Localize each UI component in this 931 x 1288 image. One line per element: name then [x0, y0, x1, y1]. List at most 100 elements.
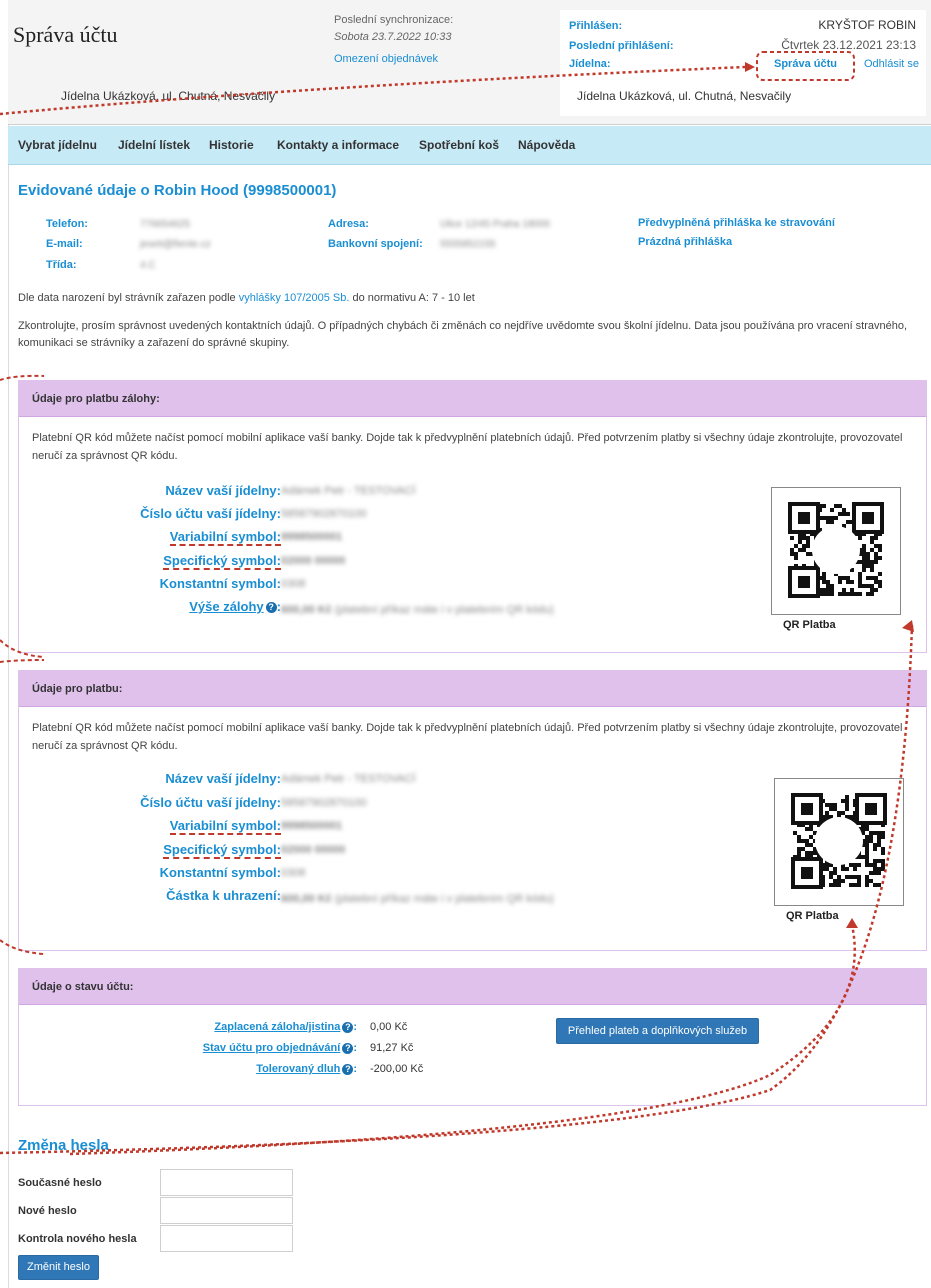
deposit-account-label: Číslo účtu vaší jídelny: [140, 506, 281, 521]
paid-value: 0,00 Kč [370, 1021, 408, 1033]
payment-spec-value: 02000 00000 [281, 844, 346, 856]
phone-label: Telefon: [46, 218, 88, 230]
deposit-amount-label: Výše zálohy?: [189, 599, 281, 614]
nav-item-help[interactable]: Nápověda [518, 138, 575, 152]
payment-account-value: 58587902870100 [281, 797, 367, 809]
deposit-panel: Údaje pro platbu zálohy: Platební QR kód… [18, 380, 927, 653]
payment-qr-caption: QR Platba [783, 910, 842, 922]
sync-info: Poslední synchronizace: Sobota 23.7.2022… [334, 12, 453, 68]
deposit-spec-label: Specifický symbol: [163, 553, 281, 570]
phone-value: 776654625 [140, 219, 191, 230]
check-text: Zkontrolujte, prosím správnost uvedených… [18, 320, 908, 349]
page-title: Správa účtu [13, 22, 118, 47]
deposit-var-value: 9998500001 [281, 531, 343, 543]
password-heading: Změna hesla [18, 1137, 109, 1154]
payment-amount-note: (platební příkaz máte i v platebním QR k… [334, 893, 554, 905]
help-icon[interactable]: ? [342, 1021, 354, 1033]
order-limit-link[interactable]: Omezení objednávek [334, 51, 453, 68]
paid-link[interactable]: Zaplacená záloha/jistina [214, 1021, 340, 1033]
deposit-account-value: 58587902870100 [281, 508, 367, 520]
deposit-var-label: Variabilní symbol: [169, 529, 281, 546]
bank-value: 5555852155 [440, 239, 496, 250]
nav-item-history[interactable]: Historie [209, 138, 254, 152]
logout-link[interactable]: Odhlásit se [864, 58, 919, 70]
deposit-amount-value: 600,00 Kč (platební příkaz máte i v plat… [281, 601, 571, 619]
deposit-var-label-text: Variabilní symbol: [169, 529, 281, 546]
bank-label: Bankovní spojení: [328, 238, 423, 250]
email-label: E-mail: [46, 238, 83, 250]
email-value: jeseti@fiente.cz [140, 239, 211, 250]
payment-var-label-text: Variabilní symbol: [169, 818, 281, 835]
nav-item-menu[interactable]: Jídelní lístek [118, 138, 190, 152]
address-label: Adresa: [328, 218, 369, 230]
deposit-text: Platební QR kód můžete načíst pomocí mob… [32, 432, 903, 462]
account-link[interactable]: Správa účtu [774, 58, 837, 70]
norm-text-before: Dle data narození byl strávník zařazen p… [18, 292, 239, 304]
current-password-label: Současné heslo [18, 1177, 102, 1189]
regulation-link[interactable]: vyhlášky 107/2005 Sb. [239, 292, 350, 304]
payment-overview-button[interactable]: Přehled plateb a doplňkových služeb [556, 1018, 759, 1044]
class-value: 4.C [140, 260, 156, 271]
payment-var-label: Variabilní symbol: [169, 818, 281, 835]
nav-item-contacts[interactable]: Kontakty a informace [277, 138, 399, 152]
nav-item-select-canteen[interactable]: Vybrat jídelnu [18, 138, 97, 152]
payment-const-label: Konstantní symbol: [159, 865, 281, 880]
help-icon[interactable]: ? [265, 602, 277, 614]
address-value: Ulice 12/45 Praha 18000 [440, 219, 551, 230]
payment-spec-label: Specifický symbol: [163, 842, 281, 859]
deposit-canteen-name-label: Název vaší jídelny: [165, 483, 281, 498]
norm-text-after: do normativu A: 7 - 10 let [349, 292, 475, 304]
deposit-const-label: Konstantní symbol: [159, 576, 281, 591]
balance-link[interactable]: Stav účtu pro objednávání [203, 1042, 341, 1054]
paid-label: Zaplacená záloha/jistina?: [214, 1021, 357, 1033]
deposit-amount-link[interactable]: Výše zálohy [189, 599, 263, 614]
last-login-value: Čtvrtek 23.12.2021 23:13 [781, 38, 916, 52]
payment-qr-code: QR Platba [774, 778, 904, 922]
nav-item-basket[interactable]: Spotřební koš [419, 138, 499, 152]
main-nav: Vybrat jídelnu Jídelní lístek Historie K… [8, 126, 931, 165]
deposit-qr-caption: QR Platba [780, 619, 839, 631]
deposit-canteen-name-value: Adámek Petr - TESTOVACÍ [281, 485, 416, 497]
norm-text: Dle data narození byl strávník zařazen p… [18, 290, 918, 307]
balance-value: 91,27 Kč [370, 1042, 414, 1054]
payment-canteen-name-value: Adámek Petr - TESTOVACÍ [281, 773, 416, 785]
debt-label: Tolerovaný dluh?: [256, 1063, 357, 1075]
payment-heading: Údaje pro platbu: [19, 671, 926, 707]
payment-var-value: 9998500001 [281, 820, 343, 832]
last-login-label: Poslední přihlášení: [569, 40, 674, 52]
payment-text: Platební QR kód můžete načíst pomocí mob… [32, 722, 903, 752]
new-password-input[interactable] [160, 1197, 293, 1224]
balance-label: Stav účtu pro objednávání?: [202, 1042, 357, 1054]
confirm-password-label: Kontrola nového hesla [18, 1233, 137, 1245]
status-heading: Údaje o stavu účtu: [19, 969, 926, 1005]
confirm-password-input[interactable] [160, 1225, 293, 1252]
logged-value: KRYŠTOF ROBIN [818, 18, 916, 32]
deposit-amount-number: 600,00 Kč [281, 604, 332, 616]
qr-code-icon [788, 502, 884, 598]
deposit-spec-value: 02000 00000 [281, 555, 346, 567]
deposit-amount-note: (platební příkaz máte i v platebním QR k… [334, 604, 554, 616]
payment-canteen-name-label: Název vaší jídelny: [165, 771, 281, 786]
change-password-button[interactable]: Změnit heslo [18, 1255, 99, 1280]
new-password-label: Nové heslo [18, 1205, 77, 1217]
payment-amount-value: 600,00 Kč (platební příkaz máte i v plat… [281, 890, 571, 908]
debt-link[interactable]: Tolerovaný dluh [256, 1063, 340, 1075]
canteen-name-left: Jídelna Ukázková, ul. Chutná, Nesvačily [61, 89, 276, 103]
help-icon[interactable]: ? [342, 1063, 354, 1075]
deposit-qr-code: QR Platba [771, 487, 901, 631]
prefilled-application-link[interactable]: Předvyplněná přihláška ke stravování [638, 217, 835, 229]
sync-label: Poslední synchronizace: [334, 14, 454, 26]
empty-application-link[interactable]: Prázdná přihláška [638, 236, 732, 248]
debt-value: -200,00 Kč [370, 1063, 424, 1075]
current-password-input[interactable] [160, 1169, 293, 1196]
payment-spec-label-text: Specifický symbol: [163, 842, 281, 859]
help-icon[interactable]: ? [342, 1042, 354, 1054]
payment-panel: Údaje pro platbu: Platební QR kód můžete… [18, 670, 927, 951]
deposit-heading: Údaje pro platbu zálohy: [19, 381, 926, 417]
class-label: Třída: [46, 259, 77, 271]
payment-amount-label: Částka k uhrazení: [166, 888, 281, 903]
payment-const-value: 0308 [281, 867, 306, 879]
status-panel: Údaje o stavu účtu: Zaplacená záloha/jis… [18, 968, 927, 1106]
payment-amount-number: 600,00 Kč [281, 893, 332, 905]
payment-account-label: Číslo účtu vaší jídelny: [140, 795, 281, 810]
